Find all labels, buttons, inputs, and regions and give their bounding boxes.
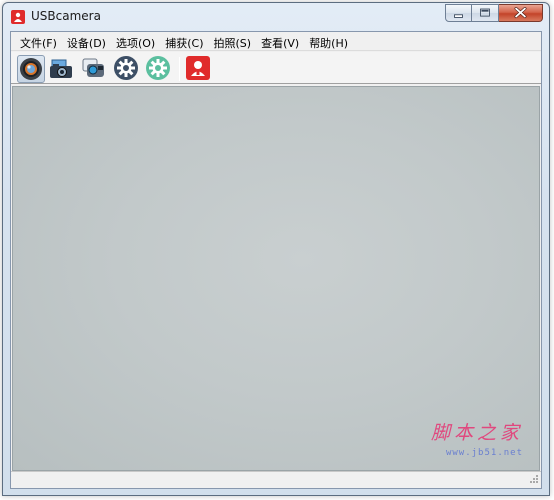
camera-preview-area[interactable]: 脚本之家 www.jb51.net (12, 86, 540, 471)
maximize-icon (480, 8, 490, 17)
window-controls (445, 4, 543, 22)
options-button[interactable] (145, 55, 173, 83)
watermark-text: 脚本之家 (430, 422, 523, 444)
camera-lens-icon (20, 58, 42, 80)
resize-grip-icon[interactable] (527, 474, 539, 486)
menu-photo[interactable]: 拍照(S) (209, 32, 257, 51)
maximize-button[interactable] (472, 4, 499, 22)
app-logo-icon (11, 10, 25, 24)
video-capture-button[interactable] (81, 55, 109, 83)
app-window: USBcamera 文件(F) 设备(D) 选项(O) 捕获(C) 拍照(S) … (2, 2, 550, 496)
photo-camera-icon (50, 59, 72, 78)
user-button[interactable] (185, 55, 213, 83)
settings-gear-icon (114, 56, 138, 80)
title-bar[interactable]: USBcamera (3, 3, 549, 31)
minimize-icon (454, 14, 463, 18)
menu-options[interactable]: 选项(O) (111, 32, 160, 51)
menu-help[interactable]: 帮助(H) (304, 32, 353, 51)
preview-button[interactable] (17, 55, 45, 83)
status-bar (11, 471, 541, 488)
watermark-url: www.jb51.net (445, 448, 523, 458)
menu-device[interactable]: 设备(D) (62, 32, 111, 51)
minimize-button[interactable] (445, 4, 472, 22)
close-button[interactable] (499, 4, 543, 22)
close-icon (514, 7, 527, 19)
window-title: USBcamera (31, 9, 101, 23)
menu-bar: 文件(F) 设备(D) 选项(O) 捕获(C) 拍照(S) 查看(V) 帮助(H… (11, 32, 541, 51)
menu-capture[interactable]: 捕获(C) (160, 32, 208, 51)
photo-capture-button[interactable] (49, 55, 77, 83)
menu-file[interactable]: 文件(F) (15, 32, 62, 51)
toolbar-separator (179, 57, 180, 81)
toolbar (11, 52, 541, 84)
user-profile-icon (186, 56, 210, 80)
video-camera-icon (82, 58, 104, 77)
settings-gear-green-icon (146, 56, 170, 80)
settings-button[interactable] (113, 55, 141, 83)
menu-view[interactable]: 查看(V) (256, 32, 304, 51)
client-area: 文件(F) 设备(D) 选项(O) 捕获(C) 拍照(S) 查看(V) 帮助(H… (10, 31, 542, 489)
